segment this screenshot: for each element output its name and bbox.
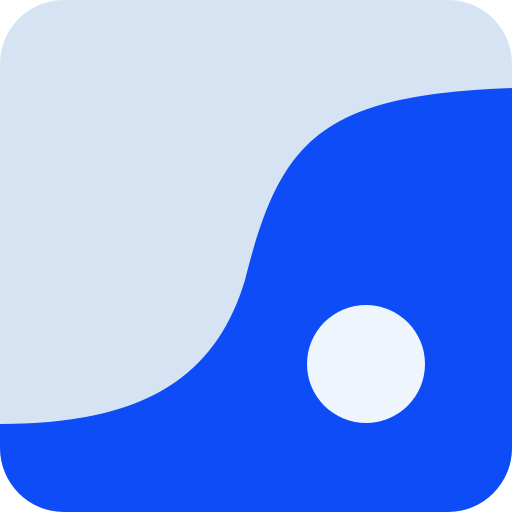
app-icon-graphic bbox=[0, 0, 512, 512]
app-icon bbox=[0, 0, 512, 512]
dot-circle bbox=[307, 305, 425, 423]
